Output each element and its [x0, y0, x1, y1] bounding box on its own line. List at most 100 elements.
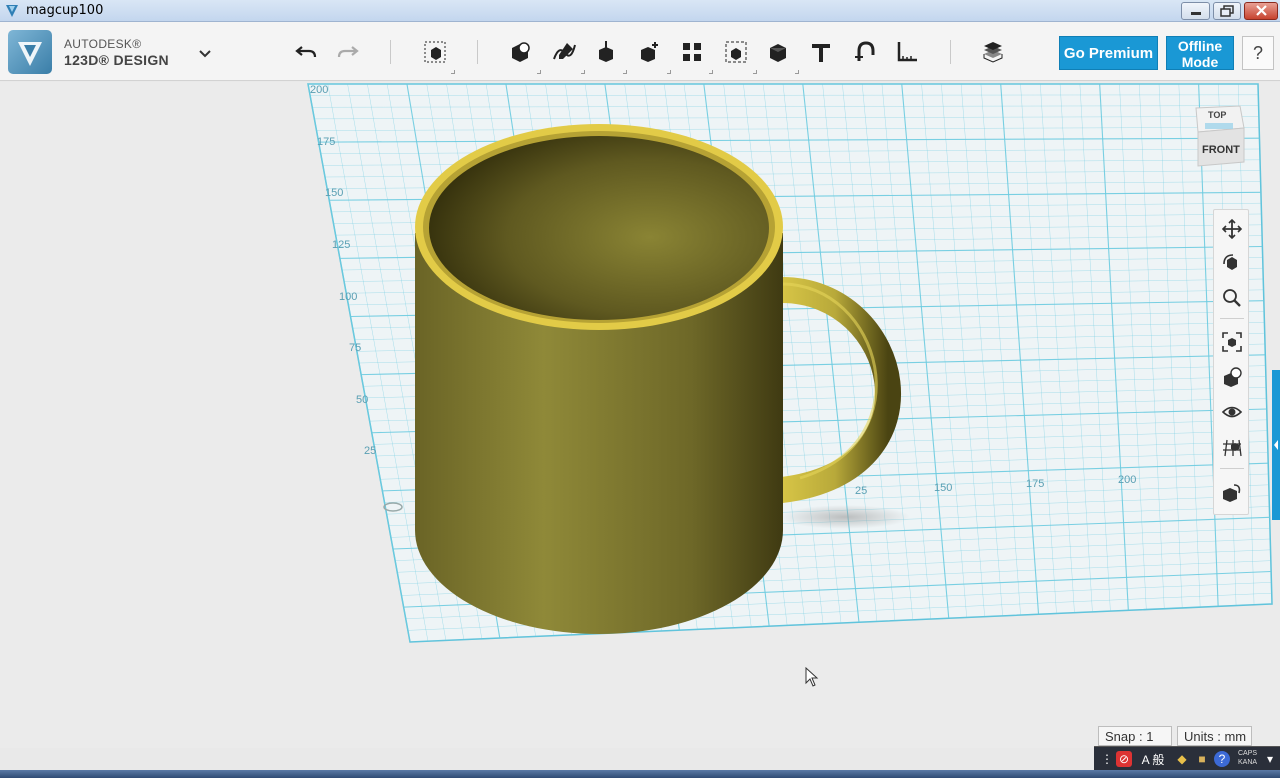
maximize-button[interactable] [1213, 2, 1241, 20]
primitives-button[interactable] [505, 37, 535, 67]
grid-label-y: 200 [310, 84, 328, 96]
snap-button[interactable] [849, 37, 879, 67]
combine-icon [770, 44, 786, 62]
main-toolbar: AUTODESK® 123D® DESIGN Go Premium Offlin… [0, 22, 1280, 81]
views-button[interactable] [1219, 364, 1245, 390]
fit-icon [1222, 332, 1242, 352]
pan-button[interactable] [1219, 216, 1245, 242]
measure-icon [897, 42, 917, 62]
chevron-left-icon [1274, 440, 1278, 450]
text-button[interactable] [806, 37, 836, 67]
chevron-down-icon[interactable] [581, 70, 585, 74]
mug-body[interactable] [415, 124, 783, 634]
material-button[interactable] [1219, 479, 1245, 505]
nav-divider [1220, 468, 1244, 469]
sketch-icon [553, 43, 576, 60]
pattern-button[interactable] [677, 37, 707, 67]
materials-button[interactable] [978, 37, 1008, 67]
tray-arrow-icon[interactable]: ⋮ [1099, 751, 1115, 767]
chevron-down-icon[interactable] [196, 44, 214, 62]
toolbar-divider [390, 40, 391, 64]
chevron-down-icon[interactable] [451, 70, 455, 74]
combine-button[interactable] [763, 37, 793, 67]
offline-mode-button[interactable]: Offline Mode [1166, 36, 1234, 70]
3d-viewport[interactable]: 200 175 150 125 100 75 50 25 25 150 175 … [0, 82, 1280, 748]
grid-label-y: 25 [364, 445, 376, 457]
construct-icon [599, 41, 613, 62]
grid-view-button[interactable] [1219, 434, 1245, 460]
app-window: magcup100 AUTODESK® 123D® DESIGN Go Prem… [0, 0, 1280, 778]
fit-button[interactable] [1219, 329, 1245, 355]
ime-indicator[interactable]: A 般 [1138, 751, 1168, 767]
construct-button[interactable] [591, 37, 621, 67]
orbit-icon [1223, 254, 1237, 270]
tray-menu-icon[interactable]: ▾ [1262, 751, 1278, 767]
grid-label-y: 150 [325, 187, 343, 199]
text-icon [812, 44, 830, 62]
undo-button[interactable] [291, 37, 321, 67]
chevron-down-icon[interactable] [795, 70, 799, 74]
side-panel-tab[interactable] [1272, 370, 1280, 520]
grid-label-x: 150 [934, 482, 952, 494]
kana-label: KANA [1238, 759, 1258, 766]
app-logo[interactable] [8, 30, 52, 74]
viewcube-front-label[interactable]: FRONT [1202, 144, 1240, 156]
close-button[interactable] [1244, 2, 1278, 20]
navigation-bar [1213, 209, 1249, 515]
help-icon[interactable]: ? [1214, 751, 1230, 767]
redo-button[interactable] [333, 37, 363, 67]
snap-status[interactable]: Snap : 1 [1098, 726, 1172, 746]
chevron-down-icon[interactable] [667, 70, 671, 74]
transform-icon [424, 41, 446, 63]
chevron-down-icon[interactable] [709, 70, 713, 74]
offline-mode-label-2: Mode [1181, 54, 1219, 70]
window-title: magcup100 [26, 3, 104, 18]
orbit-button[interactable] [1219, 250, 1245, 276]
chevron-down-icon[interactable] [623, 70, 627, 74]
group-button[interactable] [721, 37, 751, 67]
viewcube[interactable]: TOP FRONT [1190, 102, 1248, 170]
visibility-button[interactable] [1219, 399, 1245, 425]
scene-canvas[interactable]: 200 175 150 125 100 75 50 25 25 150 175 … [0, 82, 1280, 748]
help-button[interactable]: ? [1242, 36, 1274, 70]
nav-divider [1220, 318, 1244, 319]
app-logo-icon [6, 5, 18, 17]
grid-label-y: 175 [317, 136, 335, 148]
tray-app-icon[interactable]: ⊘ [1116, 751, 1132, 767]
brand-product: 123D® DESIGN [64, 52, 169, 68]
grid-label-y: 100 [339, 291, 357, 303]
restore-icon [1220, 5, 1234, 17]
brand-company: AUTODESK® [64, 37, 142, 51]
tray-tool-icon[interactable]: ◆ [1174, 751, 1190, 767]
zoom-icon [1223, 289, 1241, 307]
chevron-down-icon[interactable] [537, 70, 541, 74]
zoom-button[interactable] [1219, 285, 1245, 311]
mug-shadow [780, 505, 910, 529]
viewcube-top-label[interactable]: TOP [1208, 110, 1226, 120]
toolbar-divider [477, 40, 478, 64]
sketch-button[interactable] [549, 37, 579, 67]
grid-label-x: 200 [1118, 474, 1136, 486]
minimize-button[interactable] [1181, 2, 1210, 20]
modify-icon [641, 42, 658, 62]
tray-folder-icon[interactable]: ■ [1194, 751, 1210, 767]
logo-icon [18, 42, 42, 66]
measure-button[interactable] [892, 37, 922, 67]
grid-label-y: 125 [332, 239, 350, 251]
chevron-down-icon[interactable] [753, 70, 757, 74]
transform-button[interactable] [420, 37, 450, 67]
modify-button[interactable] [635, 37, 665, 67]
grid-label-y: 50 [356, 394, 368, 406]
pan-icon [1221, 218, 1243, 240]
grid-label-x: 25 [855, 485, 867, 497]
mouse-cursor-icon [805, 667, 819, 687]
views-icon [1224, 367, 1242, 387]
title-bar: magcup100 [0, 0, 1280, 22]
material-icon [1223, 484, 1241, 502]
grid-view-icon [1223, 439, 1242, 457]
units-status[interactable]: Units : mm [1177, 726, 1252, 746]
materials-icon [983, 42, 1003, 63]
pattern-icon [683, 43, 701, 61]
go-premium-button[interactable]: Go Premium [1059, 36, 1158, 70]
redo-icon [337, 46, 359, 58]
